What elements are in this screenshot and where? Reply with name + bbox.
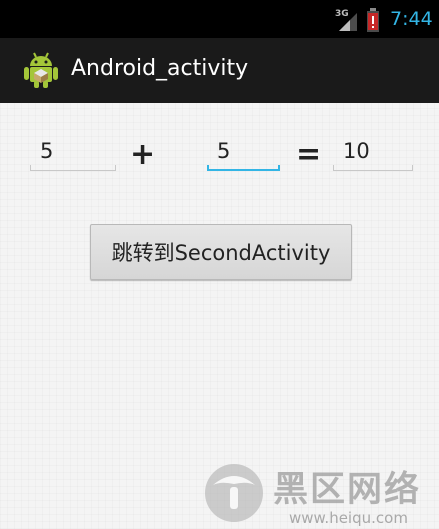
signal-bars-icon (339, 13, 357, 31)
android-robot-icon[interactable] (24, 52, 58, 88)
heiqu-logo-icon (205, 464, 263, 522)
equals-sign: = (296, 137, 322, 172)
second-operand-value: 5 (217, 139, 231, 163)
result-field[interactable]: 10 (333, 135, 413, 171)
status-clock: 7:44 (390, 8, 433, 30)
watermark-chinese-text: 黑区网络 (273, 470, 422, 510)
main-content: 5 + 5 = 10 跳转到SecondActivity 黑区网络 www.he… (0, 103, 439, 529)
watermark: 黑区网络 www.heiqu.com (203, 459, 439, 529)
action-bar: Android_activity (0, 38, 439, 103)
battery-low-icon (367, 8, 379, 32)
second-operand-underline (207, 165, 280, 171)
first-operand-field[interactable]: 5 (30, 135, 116, 171)
second-operand-field[interactable]: 5 (207, 135, 280, 171)
first-operand-underline (30, 165, 116, 171)
app-title: Android_activity (71, 56, 249, 81)
result-value: 10 (343, 139, 370, 163)
jump-to-second-activity-button[interactable]: 跳转到SecondActivity (90, 224, 352, 280)
watermark-url: www.heiqu.com (289, 509, 408, 527)
first-operand-value: 5 (40, 139, 54, 163)
status-bar: 3G 7:44 (0, 0, 439, 38)
result-underline (333, 165, 413, 171)
plus-sign: + (130, 137, 156, 172)
